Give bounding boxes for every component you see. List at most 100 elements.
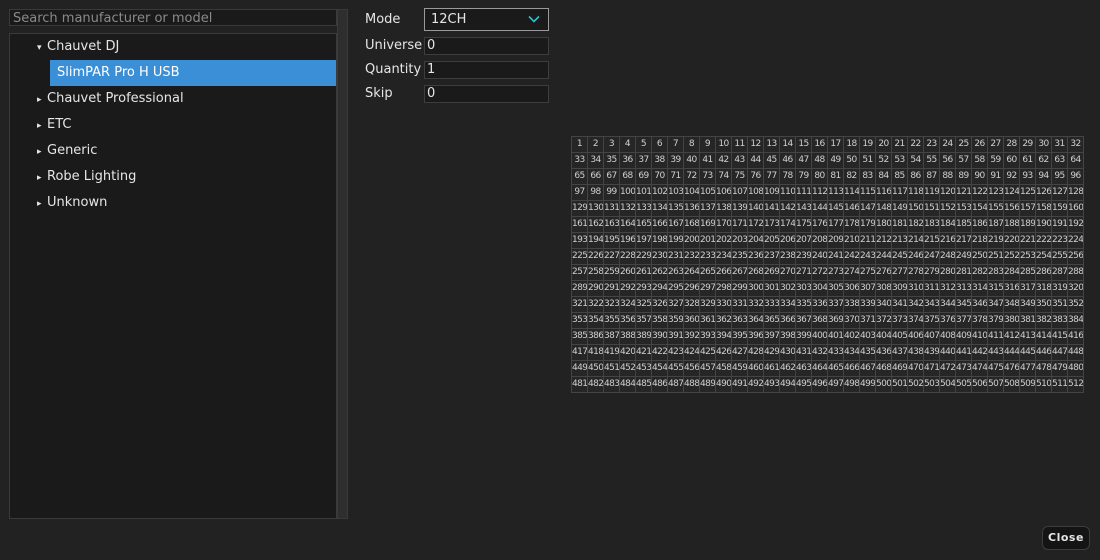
channel-cell[interactable]: 31 [1052,137,1068,153]
mode-select[interactable]: 12CH [424,8,549,31]
channel-cell[interactable]: 172 [748,217,764,233]
channel-cell[interactable]: 200 [684,233,700,249]
channel-cell[interactable]: 331 [732,297,748,313]
channel-cell[interactable]: 90 [972,169,988,185]
channel-cell[interactable]: 190 [1036,217,1052,233]
channel-cell[interactable]: 134 [652,201,668,217]
channel-cell[interactable]: 265 [700,265,716,281]
channel-cell[interactable]: 274 [844,265,860,281]
channel-cell[interactable]: 235 [732,249,748,265]
channel-cell[interactable]: 151 [924,201,940,217]
channel-cell[interactable]: 464 [812,361,828,377]
channel-cell[interactable]: 33 [572,153,588,169]
channel-cell[interactable]: 183 [924,217,940,233]
channel-cell[interactable]: 205 [764,233,780,249]
channel-cell[interactable]: 443 [988,345,1004,361]
channel-cell[interactable]: 222 [1036,233,1052,249]
channel-cell[interactable]: 482 [588,377,604,393]
channel-cell[interactable]: 508 [1004,377,1020,393]
channel-cell[interactable]: 394 [716,329,732,345]
channel-cell[interactable]: 113 [828,185,844,201]
channel-cell[interactable]: 502 [908,377,924,393]
channel-cell[interactable]: 298 [716,281,732,297]
channel-cell[interactable]: 450 [588,361,604,377]
channel-cell[interactable]: 88 [940,169,956,185]
channel-cell[interactable]: 354 [588,313,604,329]
channel-cell[interactable]: 129 [572,201,588,217]
channel-cell[interactable]: 192 [1068,217,1084,233]
channel-cell[interactable]: 397 [764,329,780,345]
channel-cell[interactable]: 262 [652,265,668,281]
channel-cell[interactable]: 423 [668,345,684,361]
channel-cell[interactable]: 44 [748,153,764,169]
channel-cell[interactable]: 232 [684,249,700,265]
channel-cell[interactable]: 404 [876,329,892,345]
channel-cell[interactable]: 220 [1004,233,1020,249]
channel-cell[interactable]: 323 [604,297,620,313]
channel-cell[interactable]: 293 [636,281,652,297]
channel-cell[interactable]: 123 [988,185,1004,201]
channel-cell[interactable]: 413 [1020,329,1036,345]
channel-cell[interactable]: 42 [716,153,732,169]
channel-cell[interactable]: 147 [860,201,876,217]
channel-cell[interactable]: 379 [988,313,1004,329]
channel-cell[interactable]: 226 [588,249,604,265]
channel-cell[interactable]: 203 [732,233,748,249]
channel-cell[interactable]: 313 [956,281,972,297]
channel-cell[interactable]: 41 [700,153,716,169]
channel-cell[interactable]: 254 [1036,249,1052,265]
channel-cell[interactable]: 447 [1052,345,1068,361]
channel-cell[interactable]: 455 [668,361,684,377]
quantity-field[interactable]: 1 [424,61,549,79]
channel-cell[interactable]: 69 [636,169,652,185]
channel-cell[interactable]: 244 [876,249,892,265]
channel-cell[interactable]: 77 [764,169,780,185]
channel-cell[interactable]: 180 [876,217,892,233]
channel-cell[interactable]: 403 [860,329,876,345]
channel-cell[interactable]: 300 [748,281,764,297]
channel-cell[interactable]: 141 [764,201,780,217]
channel-cell[interactable]: 201 [700,233,716,249]
channel-cell[interactable]: 176 [812,217,828,233]
channel-cell[interactable]: 257 [572,265,588,281]
channel-cell[interactable]: 492 [748,377,764,393]
channel-cell[interactable]: 431 [796,345,812,361]
channel-cell[interactable]: 305 [828,281,844,297]
channel-cell[interactable]: 334 [780,297,796,313]
channel-cell[interactable]: 398 [780,329,796,345]
channel-cell[interactable]: 456 [684,361,700,377]
channel-cell[interactable]: 363 [732,313,748,329]
channel-cell[interactable]: 202 [716,233,732,249]
channel-cell[interactable]: 366 [780,313,796,329]
channel-cell[interactable]: 441 [956,345,972,361]
channel-cell[interactable]: 162 [588,217,604,233]
channel-cell[interactable]: 54 [908,153,924,169]
channel-cell[interactable]: 124 [1004,185,1020,201]
channel-cell[interactable]: 26 [972,137,988,153]
channel-cell[interactable]: 66 [588,169,604,185]
channel-cell[interactable]: 317 [1020,281,1036,297]
channel-cell[interactable]: 271 [796,265,812,281]
channel-cell[interactable]: 319 [1052,281,1068,297]
channel-cell[interactable]: 340 [876,297,892,313]
channel-cell[interactable]: 273 [828,265,844,281]
channel-cell[interactable]: 377 [956,313,972,329]
channel-cell[interactable]: 168 [684,217,700,233]
channel-cell[interactable]: 81 [828,169,844,185]
channel-cell[interactable]: 199 [668,233,684,249]
channel-cell[interactable]: 396 [748,329,764,345]
channel-cell[interactable]: 264 [684,265,700,281]
channel-cell[interactable]: 469 [892,361,908,377]
channel-cell[interactable]: 115 [860,185,876,201]
channel-cell[interactable]: 245 [892,249,908,265]
channel-cell[interactable]: 288 [1068,265,1084,281]
channel-cell[interactable]: 165 [636,217,652,233]
channel-cell[interactable]: 247 [924,249,940,265]
channel-cell[interactable]: 504 [940,377,956,393]
channel-cell[interactable]: 61 [1020,153,1036,169]
channel-cell[interactable]: 10 [716,137,732,153]
tree-item-chauvet-professional[interactable]: ▸ Chauvet Professional [10,86,184,112]
channel-cell[interactable]: 316 [1004,281,1020,297]
channel-cell[interactable]: 436 [876,345,892,361]
channel-cell[interactable]: 260 [620,265,636,281]
